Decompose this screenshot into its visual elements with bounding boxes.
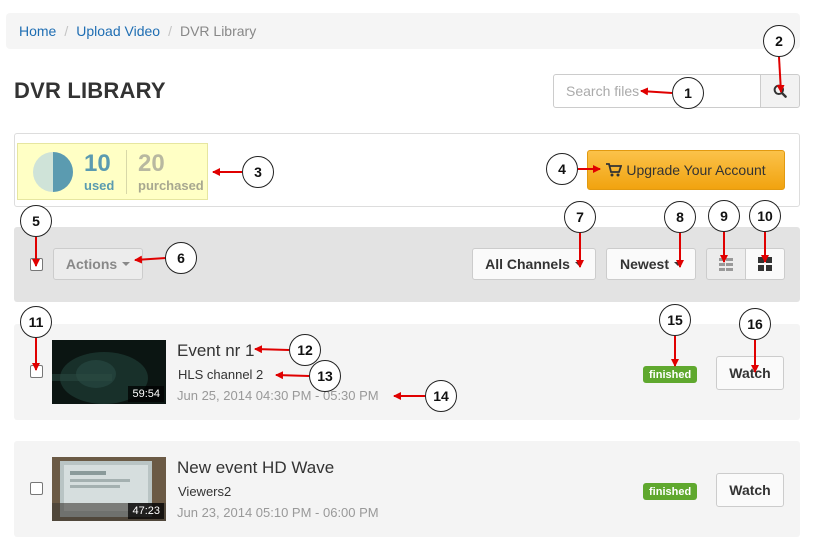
video-duration: 47:23 bbox=[128, 503, 164, 519]
purchased-count: 20 bbox=[138, 150, 165, 177]
cart-icon bbox=[606, 163, 623, 177]
upgrade-account-button[interactable]: Upgrade Your Account bbox=[587, 150, 785, 190]
list-view-icon bbox=[719, 257, 733, 271]
status-badge: finished bbox=[643, 483, 698, 500]
chevron-down-icon bbox=[674, 262, 683, 266]
event-time: Jun 23, 2014 05:10 PM - 06:00 PM bbox=[177, 505, 379, 520]
usage-summary: 10 used 20 purchased bbox=[17, 143, 208, 200]
list-view-button[interactable] bbox=[706, 248, 746, 280]
event-thumbnail[interactable]: 47:23 bbox=[52, 457, 166, 521]
breadcrumb-upload-video-link[interactable]: Upload Video bbox=[76, 23, 160, 39]
channel-filter-dropdown[interactable]: All Channels bbox=[472, 248, 596, 280]
chevron-down-icon bbox=[122, 262, 131, 266]
event-list-item: 59:54 Event nr 1 HLS channel 2 Jun 25, 2… bbox=[14, 324, 800, 420]
search-icon bbox=[773, 84, 787, 98]
breadcrumb-home-link[interactable]: Home bbox=[19, 23, 56, 39]
event-channel: HLS channel 2 bbox=[178, 367, 264, 382]
watch-button[interactable]: Watch bbox=[716, 356, 784, 390]
usage-divider bbox=[126, 150, 127, 194]
breadcrumb-separator: / bbox=[168, 23, 172, 39]
status-badge: finished bbox=[643, 366, 698, 383]
grid-view-icon bbox=[758, 257, 772, 271]
breadcrumb-separator: / bbox=[64, 23, 69, 39]
sort-dropdown[interactable]: Newest bbox=[606, 248, 696, 280]
breadcrumb-current: DVR Library bbox=[179, 23, 257, 39]
chevron-down-icon bbox=[574, 262, 583, 266]
watch-button[interactable]: Watch bbox=[716, 473, 784, 507]
grid-view-button[interactable] bbox=[745, 248, 785, 280]
purchased-label: purchased bbox=[138, 178, 204, 193]
actions-label: Actions bbox=[65, 256, 118, 272]
channel-filter-label: All Channels bbox=[485, 256, 570, 272]
video-duration: 59:54 bbox=[128, 386, 164, 402]
usage-panel: 10 used 20 purchased Upgrade Your Accoun… bbox=[14, 133, 800, 207]
event-select-checkbox[interactable] bbox=[30, 482, 43, 495]
event-title[interactable]: Event nr 1 bbox=[177, 341, 255, 361]
library-toolbar: Actions All Channels Newest bbox=[14, 227, 800, 302]
page-title: DVR LIBRARY bbox=[14, 78, 166, 103]
sort-label: Newest bbox=[619, 256, 670, 272]
event-time: Jun 25, 2014 04:30 PM - 05:30 PM bbox=[177, 388, 379, 403]
upgrade-account-label: Upgrade Your Account bbox=[626, 162, 766, 178]
event-channel: Viewers2 bbox=[178, 484, 232, 499]
select-all-checkbox[interactable] bbox=[30, 258, 43, 271]
usage-pie-icon bbox=[33, 152, 73, 192]
event-list-item: 47:23 New event HD Wave Viewers2 Jun 23,… bbox=[14, 441, 800, 537]
event-select-checkbox[interactable] bbox=[30, 365, 43, 378]
breadcrumb: Home / Upload Video / DVR Library bbox=[6, 13, 800, 49]
used-count: 10 bbox=[84, 150, 111, 177]
event-thumbnail[interactable]: 59:54 bbox=[52, 340, 166, 404]
search-button[interactable] bbox=[760, 74, 800, 108]
search-input[interactable] bbox=[553, 74, 761, 108]
event-title[interactable]: New event HD Wave bbox=[177, 458, 334, 478]
actions-dropdown[interactable]: Actions bbox=[53, 248, 143, 280]
used-label: used bbox=[84, 178, 115, 193]
